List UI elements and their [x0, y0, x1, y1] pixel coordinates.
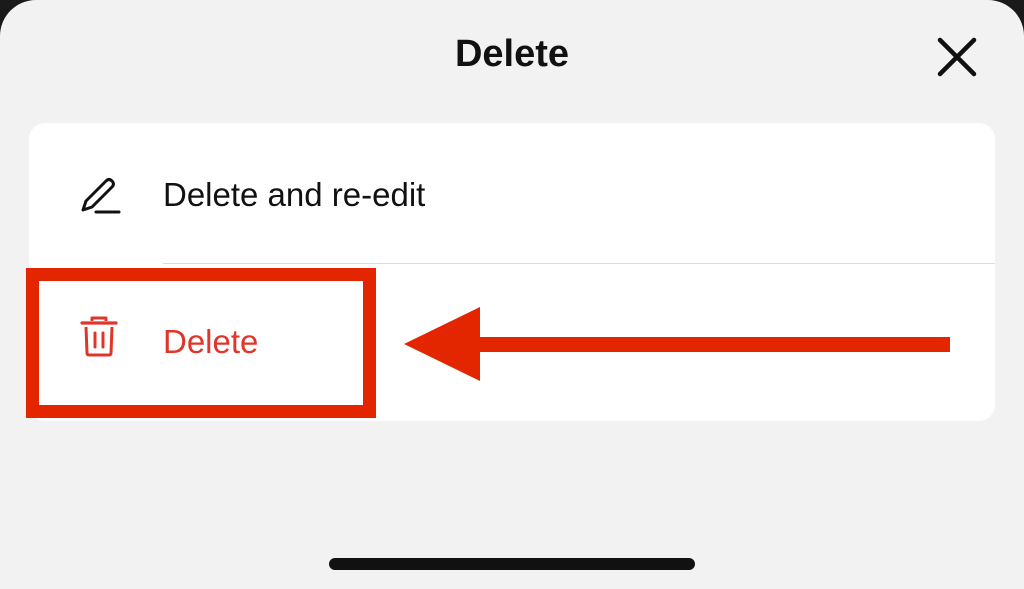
delete-sheet: Delete Delete and re-edit Delete: [0, 0, 1024, 589]
options-card: Delete and re-edit Delete: [29, 123, 995, 421]
close-icon: [932, 32, 982, 82]
close-button[interactable]: [932, 32, 982, 82]
trash-icon: [77, 314, 121, 358]
sheet-title: Delete: [454, 33, 570, 75]
delete-and-reedit-option[interactable]: Delete and re-edit: [29, 123, 995, 263]
delete-label: Delete: [163, 323, 259, 360]
reedit-label: Delete and re-edit: [163, 176, 426, 213]
home-indicator: [329, 558, 695, 570]
pencil-icon: [77, 173, 121, 217]
delete-option[interactable]: Delete: [29, 264, 995, 404]
